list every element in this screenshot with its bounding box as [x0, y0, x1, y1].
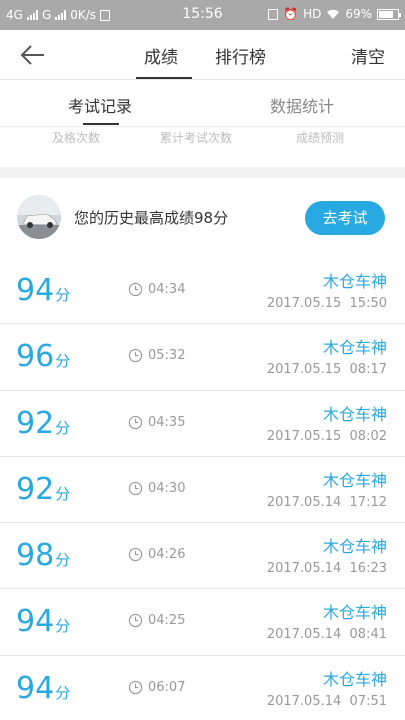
- record-score: 92分: [16, 472, 70, 507]
- top-nav: 成绩 排行榜 清空: [0, 30, 405, 80]
- pass-count-label: 及格次数: [52, 131, 101, 145]
- score-unit: 分: [55, 617, 71, 636]
- score-prediction-label: 成绩预测: [296, 131, 345, 145]
- record-date: 2017.05.14 08:41: [266, 627, 387, 643]
- score-value: 94: [16, 670, 55, 706]
- record-duration: 04:34: [128, 282, 185, 297]
- record-date: 2017.05.15 08:17: [266, 362, 387, 378]
- alarm-icon: ⏰: [283, 7, 299, 21]
- record-user-name: 木仓车神: [322, 404, 387, 424]
- record-row[interactable]: 96分 05:32 木仓车神 2017.05.15 08:17: [0, 324, 405, 391]
- duration-value: 04:34: [148, 282, 186, 297]
- stats-labels-row: 及格次数 累计考试次数 成绩预测: [0, 127, 405, 167]
- score-value: 92: [16, 471, 55, 507]
- record-duration: 04:35: [128, 415, 185, 430]
- active-tab-indicator: [136, 77, 192, 79]
- record-date: 2017.05.14 07:51: [266, 693, 387, 709]
- record-user-name: 木仓车神: [322, 537, 387, 557]
- record-row[interactable]: 94分 04:25 木仓车神 2017.05.14 08:41: [0, 589, 405, 656]
- duration-value: 04:30: [148, 480, 186, 496]
- best-score-text: 您的历史最高成绩98分: [74, 209, 229, 227]
- wifi-icon: [327, 9, 340, 19]
- score-value: 94: [16, 273, 55, 308]
- battery-percent: 69%: [345, 7, 372, 21]
- record-row[interactable]: 92分 04:35 木仓车神 2017.05.15 08:02: [0, 391, 405, 457]
- duration-value: 04:25: [148, 613, 186, 629]
- clock-icon: [128, 415, 143, 429]
- record-score: 98分: [16, 538, 70, 573]
- score-unit: 分: [55, 286, 71, 304]
- duration-value: 04:26: [148, 547, 186, 563]
- record-row[interactable]: 98分 04:26 木仓车神 2017.05.14 16:23: [0, 523, 405, 590]
- duration-value: 06:07: [148, 679, 186, 695]
- active-subtab-indicator: [83, 123, 119, 125]
- score-unit: 分: [55, 484, 71, 503]
- record-date: 2017.05.14 17:12: [266, 494, 387, 510]
- record-score: 94分: [16, 671, 70, 706]
- clock-icon: [128, 349, 143, 363]
- record-row[interactable]: 94分 06:07 木仓车神 2017.05.14 07:51: [0, 656, 405, 720]
- record-duration: 06:07: [128, 680, 185, 695]
- score-unit: 分: [55, 551, 71, 570]
- sub-tabs: 考试记录 数据统计: [0, 81, 405, 127]
- record-user-name: 木仓车神: [322, 272, 387, 291]
- score-value: 98: [16, 538, 55, 574]
- score-unit: 分: [55, 418, 71, 437]
- record-user-name: 木仓车神: [322, 338, 387, 358]
- clock-icon: [128, 680, 143, 694]
- battery-icon: [377, 8, 401, 20]
- record-user-name: 木仓车神: [322, 603, 387, 623]
- hd-label: HD: [303, 7, 322, 21]
- clock-icon: [128, 282, 143, 297]
- sim-icon: [268, 8, 279, 20]
- arrow-left-icon[interactable]: [18, 40, 48, 70]
- score-unit: 分: [55, 683, 71, 702]
- status-bar: 4G G 0K/s 15:56 ⏰ HD 69%: [0, 0, 405, 30]
- record-duration: 04:30: [128, 481, 185, 496]
- best-score-row: 您的历史最高成绩98分 去考试: [0, 178, 405, 256]
- duration-value: 05:32: [148, 348, 186, 364]
- score-value: 92: [16, 405, 55, 441]
- tab-statistics[interactable]: 数据统计: [270, 93, 334, 117]
- record-date: 2017.05.15 08:02: [266, 428, 387, 444]
- record-date: 2017.05.14 16:23: [266, 561, 387, 577]
- status-right: ⏰ HD 69%: [268, 7, 401, 21]
- record-user-name: 木仓车神: [322, 470, 387, 490]
- record-row[interactable]: 92分 04:30 木仓车神 2017.05.14 17:12: [0, 457, 405, 524]
- score-value: 94: [16, 604, 55, 640]
- record-duration: 04:26: [128, 547, 185, 562]
- section-divider: [0, 167, 405, 178]
- record-user-name: 木仓车神: [322, 669, 387, 689]
- clear-button[interactable]: 清空: [351, 43, 385, 68]
- tab-scores[interactable]: 成绩: [144, 43, 178, 68]
- duration-value: 04:35: [148, 414, 186, 430]
- total-exams-label: 累计考试次数: [160, 131, 233, 145]
- clock-icon: [128, 481, 143, 496]
- record-row[interactable]: 94分 04:34 木仓车神 2017.05.15 15:50: [0, 258, 405, 325]
- clock-icon: [128, 548, 143, 562]
- exam-record-list: 94分 04:34 木仓车神 2017.05.15 15:50 96分 05:3…: [0, 258, 405, 720]
- avatar[interactable]: [17, 195, 61, 239]
- tab-exam-records[interactable]: 考试记录: [68, 93, 132, 117]
- clock-icon: [128, 614, 143, 628]
- record-score: 92分: [16, 406, 70, 441]
- tab-ranking[interactable]: 排行榜: [215, 43, 266, 68]
- record-score: 96分: [16, 339, 70, 374]
- record-duration: 04:25: [128, 613, 185, 628]
- score-unit: 分: [55, 352, 71, 371]
- car-avatar-image: [17, 195, 61, 239]
- record-score: 94分: [16, 604, 70, 639]
- record-duration: 05:32: [128, 348, 185, 363]
- record-score: 94分: [16, 273, 70, 308]
- go-exam-button[interactable]: 去考试: [305, 201, 385, 235]
- score-value: 96: [16, 339, 55, 375]
- record-date: 2017.05.15 15:50: [266, 296, 387, 311]
